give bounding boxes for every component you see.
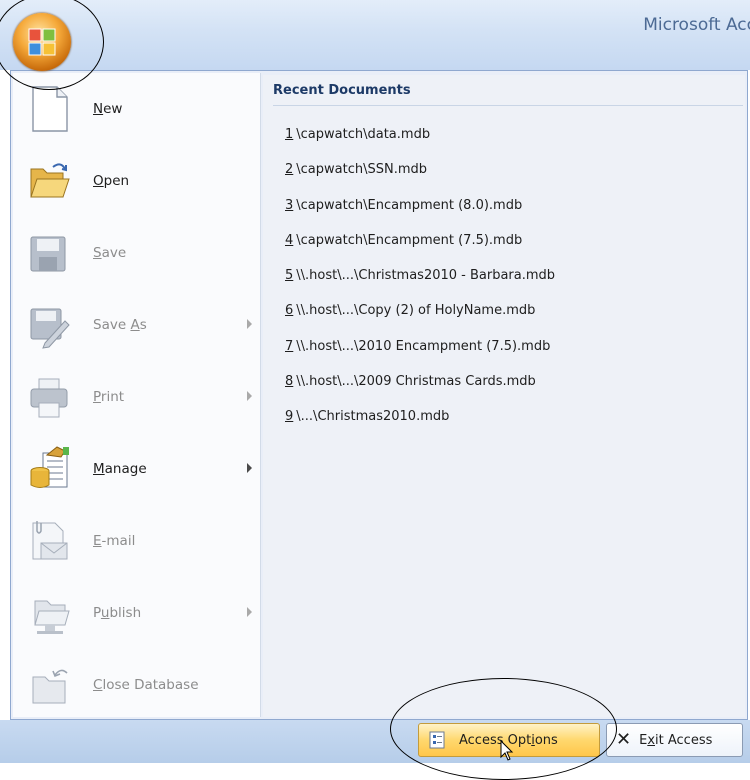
menu-item-save-as[interactable]: Save As <box>27 295 252 355</box>
menu-item-label: Manage <box>93 461 147 477</box>
office-button[interactable] <box>13 13 71 71</box>
menu-item-manage[interactable]: Manage <box>27 439 252 499</box>
office-logo-icon <box>28 28 56 56</box>
submenu-arrow-icon <box>247 607 252 617</box>
menu-item-label: E-mail <box>93 533 136 549</box>
recent-document-item[interactable]: 5 \\.host\...\Christmas2010 - Barbara.mdb <box>285 266 555 301</box>
recent-document-item[interactable]: 8 \\.host\...\2009 Christmas Cards.mdb <box>285 372 555 407</box>
options-icon <box>429 731 445 749</box>
recent-document-item[interactable]: 2 \capwatch\SSN.mdb <box>285 160 555 195</box>
office-menu: New Open Save Save As Print Manage E-mai… <box>10 70 748 720</box>
mouse-pointer-icon <box>500 740 514 761</box>
submenu-arrow-icon <box>247 391 252 401</box>
manage-database-icon <box>30 446 69 488</box>
recent-document-item[interactable]: 1 \capwatch\data.mdb <box>285 125 555 160</box>
menu-item-label: Open <box>93 173 130 189</box>
open-folder-icon <box>30 163 70 198</box>
menu-item-new[interactable]: New <box>27 79 252 139</box>
recent-document-item[interactable]: 9 \...\Christmas2010.mdb <box>285 407 555 442</box>
printer-icon <box>30 378 68 418</box>
menu-item-open[interactable]: Open <box>27 151 252 211</box>
recent-documents-panel: Recent Documents 1 \capwatch\data.mdb 2 \c… <box>263 75 745 717</box>
menu-item-email[interactable]: E-mail <box>27 511 252 571</box>
save-disk-icon <box>30 236 66 272</box>
menu-item-close-database[interactable]: Close Database <box>27 655 252 715</box>
new-document-icon <box>32 86 68 132</box>
close-x-icon: ✕ <box>616 729 632 750</box>
exit-access-label: Exit Access <box>639 732 713 748</box>
recent-document-item[interactable]: 6 \\.host\...\Copy (2) of HolyName.mdb <box>285 301 555 336</box>
menu-item-label: Publish <box>93 605 142 621</box>
close-database-icon <box>32 669 68 704</box>
menu-item-save[interactable]: Save <box>27 223 252 283</box>
menu-item-print[interactable]: Print <box>27 367 252 427</box>
recent-documents-header: Recent Documents <box>273 83 743 106</box>
submenu-arrow-icon <box>247 463 252 473</box>
menu-item-publish[interactable]: Publish <box>27 583 252 643</box>
menu-item-label: New <box>93 101 123 117</box>
recent-document-item[interactable]: 4 \capwatch\Encampment (7.5).mdb <box>285 231 555 266</box>
menu-item-label: Save <box>93 245 127 261</box>
menu-commands-panel: New Open Save Save As Print Manage E-mai… <box>13 73 261 717</box>
submenu-arrow-icon <box>247 319 252 329</box>
publish-icon <box>34 600 70 634</box>
exit-access-button[interactable]: ✕ Exit Access <box>606 723 743 757</box>
email-icon <box>32 521 68 560</box>
recent-document-item[interactable]: 7 \\.host\...\2010 Encampment (7.5).mdb <box>285 337 555 372</box>
menu-item-label: Print <box>93 389 125 405</box>
recent-documents-list: 1 \capwatch\data.mdb 2 \capwatch\SSN.mdb 3… <box>285 125 555 443</box>
menu-item-label: Close Database <box>93 677 199 693</box>
menu-item-label: Save As <box>93 317 147 333</box>
save-as-icon <box>30 308 70 349</box>
recent-document-item[interactable]: 3 \capwatch\Encampment (8.0).mdb <box>285 196 555 231</box>
window-title: Microsoft Acc <box>643 15 750 35</box>
title-bar: Microsoft Acc <box>0 0 750 70</box>
